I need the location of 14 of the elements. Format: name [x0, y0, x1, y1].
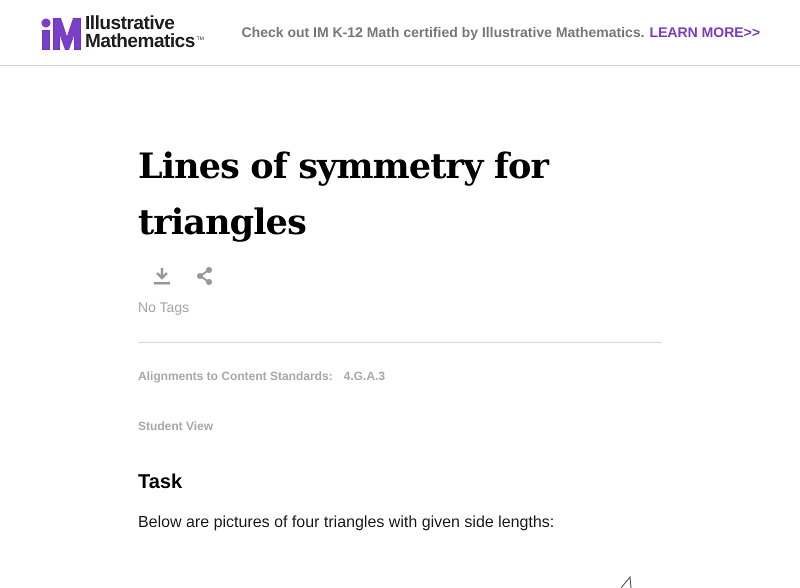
student-view-label: Student View: [138, 418, 214, 435]
section-heading: Task: [138, 470, 184, 495]
logo-text: Mathematics: [85, 32, 195, 50]
body-text: Below are pictures of four triangles with given side lengths:: [138, 513, 556, 533]
logo-text: Illustrative: [85, 14, 174, 32]
triangle-drawing: [620, 576, 632, 588]
tags-text: No Tags: [138, 298, 190, 317]
page-title: Lines of symmetry for triangles: [138, 145, 550, 245]
alignments-label: Alignments to Content Standards:: [138, 368, 333, 385]
learn-more-link[interactable]: LEARN MORE>>: [650, 22, 760, 43]
promo-text: Check out IM K-12 Math certified by Illustrative Mathematics.: [242, 23, 645, 42]
logo-icon: [41, 16, 81, 50]
share-icon[interactable]: [197, 267, 213, 285]
download-icon[interactable]: [153, 267, 171, 285]
